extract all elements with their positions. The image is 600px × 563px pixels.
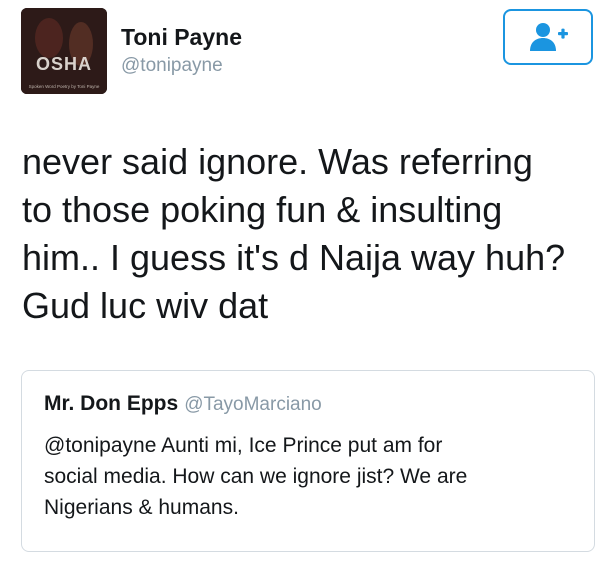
follow-button[interactable] [503,9,593,65]
quoted-tweet[interactable]: Mr. Don Epps @TayoMarciano @tonipayne Aun… [21,370,595,552]
quoted-tweet-author-name: Mr. Don Epps [44,392,179,415]
avatar-caption-text: Spoken Word Poetry by Toni Payne [29,84,100,89]
tweet-text-line: him.. I guess it's d Naija way huh? [22,237,566,278]
quoted-tweet-text: @tonipayne Aunti mi, Ice Prince put am f… [44,430,574,523]
tweet-text-line: Gud luc wiv dat [22,285,269,326]
author-handle[interactable]: @tonipayne [121,55,223,77]
quoted-tweet-text-line: Nigerians & humans. [44,496,239,519]
author-name[interactable]: Toni Payne [121,24,242,51]
avatar[interactable]: OSHA Spoken Word Poetry by Toni Payne [21,8,107,94]
tweet-text-line: to those poking fun & insulting [22,189,503,230]
quoted-tweet-header: Mr. Don Epps @TayoMarciano [44,392,322,416]
quoted-tweet-author-handle: @TayoMarciano [184,394,322,415]
quoted-tweet-text-line: @tonipayne Aunti mi, Ice Prince put am f… [44,434,443,457]
person-plus-icon [530,23,568,51]
avatar-title-text: OSHA [36,54,92,74]
tweet-text-line: never said ignore. Was referring [22,141,533,182]
tweet-text: never said ignore. Was referring to thos… [22,138,592,330]
quoted-tweet-text-line: social media. How can we ignore jist? We… [44,465,468,488]
avatar-image: OSHA Spoken Word Poetry by Toni Payne [21,8,107,94]
